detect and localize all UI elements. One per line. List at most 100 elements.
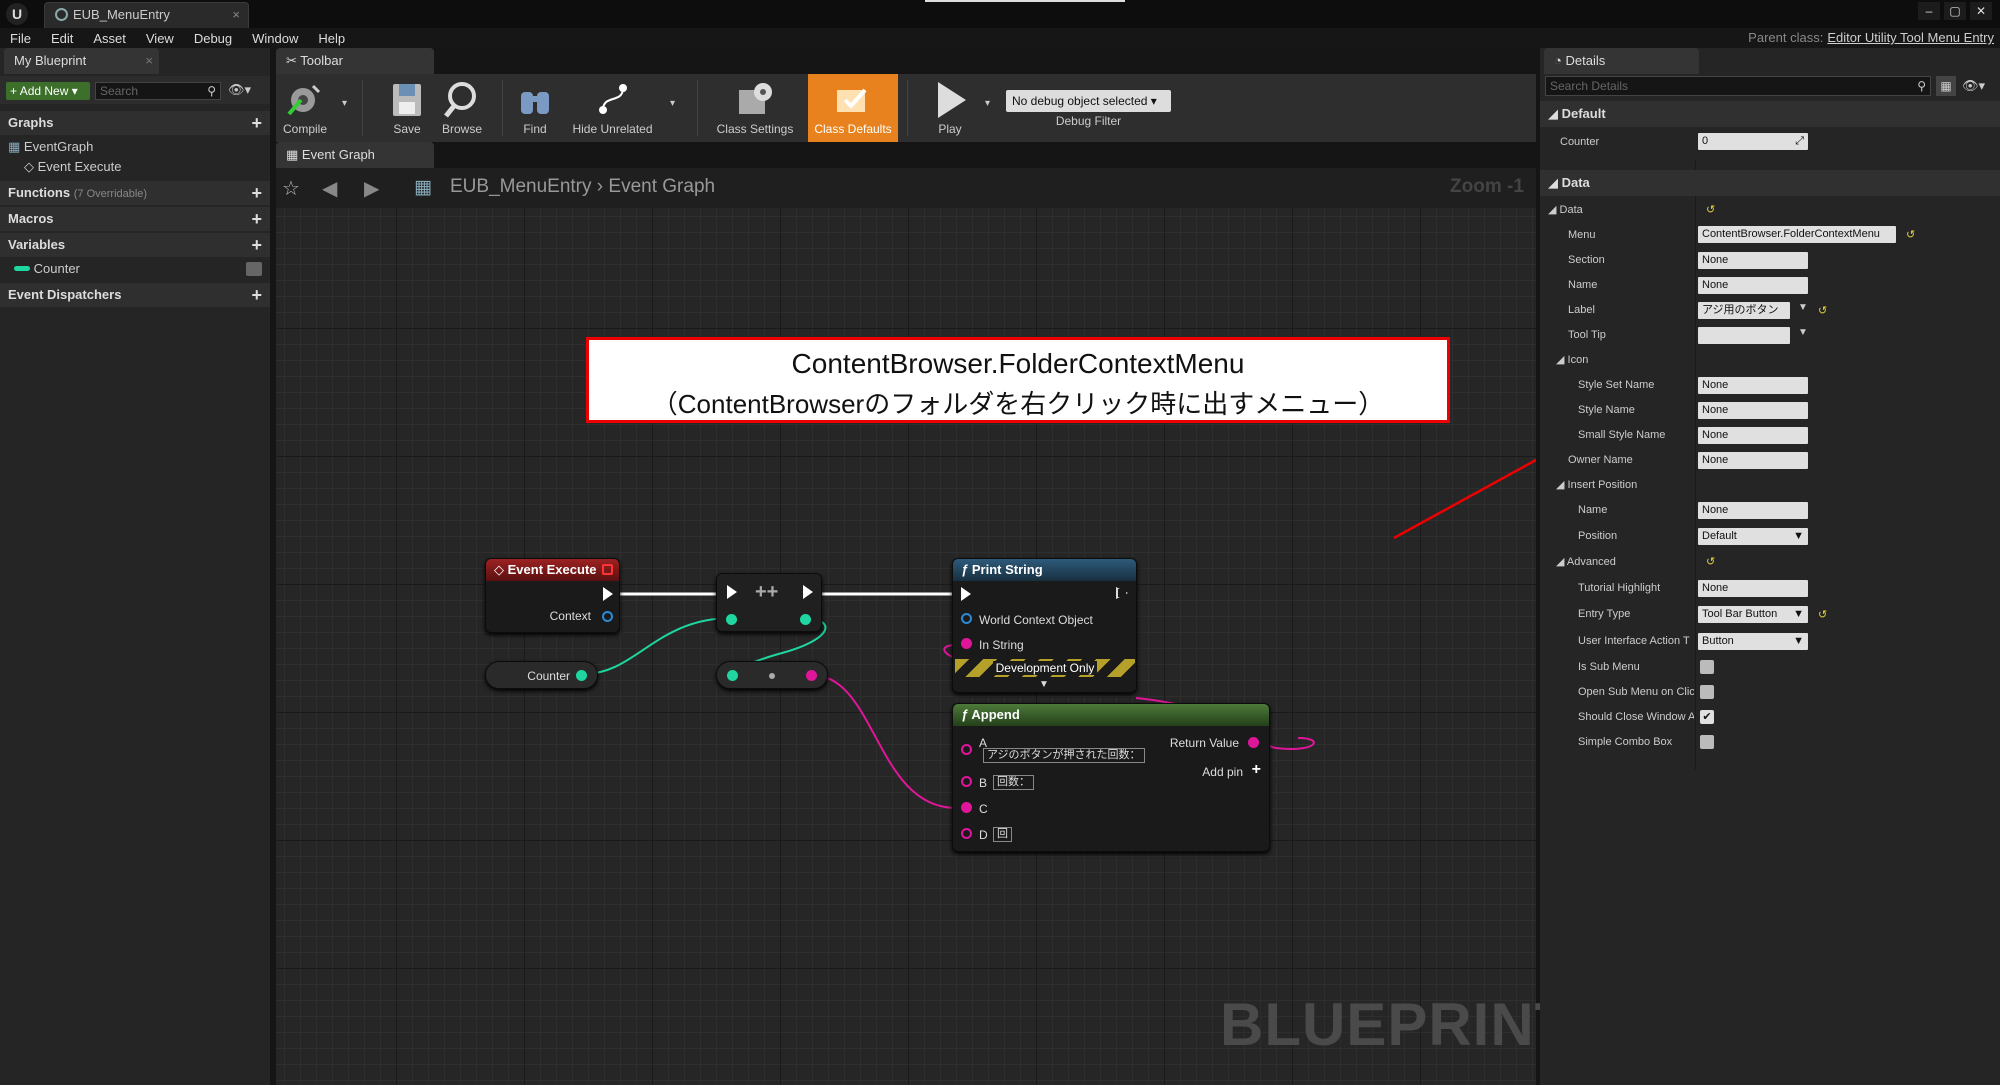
exec-out-pin[interactable]: [603, 587, 613, 601]
open-sub-menu-checkbox[interactable]: [1700, 685, 1714, 699]
document-tab[interactable]: EUB_MenuEntry ×: [44, 2, 249, 28]
small-style-input[interactable]: None: [1698, 427, 1808, 444]
label-options-chevron-icon[interactable]: ▼: [1798, 302, 1808, 313]
breadcrumb-root[interactable]: EUB_MenuEntry: [450, 176, 592, 197]
reset-default-icon[interactable]: ↺: [1818, 304, 1827, 317]
class-defaults-button[interactable]: Class Defaults: [808, 74, 898, 142]
graphs-section[interactable]: Graphs +: [0, 111, 270, 135]
class-settings-button[interactable]: Class Settings: [712, 74, 798, 142]
return-value-pin[interactable]: [1248, 737, 1259, 748]
append-c-pin[interactable]: [961, 802, 972, 813]
simple-combo-checkbox[interactable]: [1700, 735, 1714, 749]
name-prop-input[interactable]: None: [1698, 277, 1808, 294]
append-d-pin[interactable]: [961, 828, 972, 839]
ui-action-select[interactable]: Button ▼: [1698, 633, 1808, 650]
menu-window[interactable]: Window: [252, 31, 298, 46]
compile-button[interactable]: Compile: [270, 74, 340, 142]
play-button[interactable]: Play: [915, 74, 985, 142]
append-b-input[interactable]: 回数：: [993, 775, 1034, 790]
owner-name-input[interactable]: None: [1698, 452, 1808, 469]
expand-node-icon[interactable]: ▼: [1039, 679, 1049, 690]
append-b-pin[interactable]: [961, 776, 972, 787]
menu-view[interactable]: View: [146, 31, 174, 46]
property-matrix-icon[interactable]: ▦: [1936, 76, 1956, 96]
in-string-pin[interactable]: [961, 638, 972, 649]
append-a-input[interactable]: アジのボタンが押された回数：: [983, 748, 1145, 763]
play-options-chevron-icon[interactable]: ▾: [985, 98, 990, 109]
add-pin-icon[interactable]: +: [1252, 761, 1261, 779]
counter-getter-node[interactable]: Counter: [485, 661, 598, 689]
macros-section[interactable]: Macros +: [0, 207, 270, 231]
debug-object-select[interactable]: No debug object selected ▾: [1006, 90, 1171, 112]
exec-out-pin[interactable]: [803, 585, 813, 599]
view-options-icon[interactable]: 👁▾: [1962, 78, 1985, 94]
close-window-icon[interactable]: ✕: [1970, 2, 1992, 20]
insert-position-row[interactable]: ◢ Insert Position: [1556, 476, 1637, 494]
menu-edit[interactable]: Edit: [51, 31, 73, 46]
delegate-pin-icon[interactable]: [602, 564, 613, 575]
tutorial-highlight-input[interactable]: None: [1698, 580, 1808, 597]
event-item-execute[interactable]: ◇ Event Execute: [0, 157, 270, 177]
context-pin[interactable]: [602, 611, 613, 622]
reset-default-icon[interactable]: ↺: [1706, 555, 1715, 568]
position-select[interactable]: Default ▼: [1698, 528, 1808, 545]
reset-default-icon[interactable]: ↺: [1818, 608, 1827, 621]
label-prop-input[interactable]: アジ用のボタン: [1698, 302, 1790, 319]
exec-in-pin[interactable]: [961, 587, 971, 601]
parent-class-link[interactable]: Editor Utility Tool Menu Entry: [1827, 30, 1994, 45]
reset-default-icon[interactable]: ↺: [1906, 228, 1915, 241]
unreal-logo-icon[interactable]: U: [6, 3, 28, 25]
event-graph-tab[interactable]: ▦ Event Graph: [276, 142, 434, 168]
int-in-pin[interactable]: [726, 614, 737, 625]
exec-in-pin[interactable]: [727, 585, 737, 599]
menu-help[interactable]: Help: [318, 31, 345, 46]
data-struct-row[interactable]: ◢ Data: [1548, 201, 1583, 219]
counter-prop-input[interactable]: 0 ⤢: [1698, 133, 1808, 150]
hide-unrelated-button[interactable]: Hide Unrelated: [565, 74, 660, 142]
icon-struct-row[interactable]: ◢ Icon: [1556, 351, 1588, 369]
browse-button[interactable]: Browse: [427, 74, 497, 142]
my-blueprint-tab[interactable]: My Blueprint ×: [4, 48, 159, 74]
maximize-icon[interactable]: ▢: [1944, 2, 1966, 20]
print-string-node[interactable]: ƒ Print String World Context Object In S…: [952, 558, 1137, 693]
breadcrumb-leaf[interactable]: Event Graph: [608, 176, 715, 197]
add-macro-icon[interactable]: +: [251, 207, 262, 231]
add-variable-icon[interactable]: +: [251, 233, 262, 257]
is-sub-menu-checkbox[interactable]: [1700, 660, 1714, 674]
append-node[interactable]: ƒ Append A アジのボタンが押された回数： B 回数： C D 回 Re…: [952, 703, 1270, 852]
menu-asset[interactable]: Asset: [93, 31, 126, 46]
favorite-star-icon[interactable]: ☆: [282, 176, 300, 201]
add-dispatcher-icon[interactable]: +: [251, 283, 262, 307]
hide-options-chevron-icon[interactable]: ▾: [670, 98, 675, 109]
menu-debug[interactable]: Debug: [194, 31, 232, 46]
section-prop-input[interactable]: None: [1698, 252, 1808, 269]
variable-item-counter[interactable]: Counter: [0, 259, 270, 279]
category-data[interactable]: ◢ Data: [1540, 170, 2000, 196]
should-close-checkbox[interactable]: ✔: [1700, 710, 1714, 724]
insert-name-input[interactable]: None: [1698, 502, 1808, 519]
blueprint-search-input[interactable]: Search ⚲: [95, 82, 221, 100]
back-arrow-icon[interactable]: ◀: [322, 176, 337, 201]
tooltip-options-chevron-icon[interactable]: ▼: [1798, 327, 1808, 338]
view-options-icon[interactable]: 👁▾: [228, 82, 251, 98]
graph-item-eventgraph[interactable]: ▦ EventGraph: [0, 137, 270, 157]
counter-out-pin[interactable]: [576, 670, 587, 681]
event-execute-node[interactable]: ◇ Event Execute Context: [485, 558, 620, 633]
add-graph-icon[interactable]: +: [251, 111, 262, 135]
close-tab-icon[interactable]: ×: [232, 3, 240, 27]
variables-section[interactable]: Variables +: [0, 233, 270, 257]
style-set-input[interactable]: None: [1698, 377, 1808, 394]
reset-default-icon[interactable]: ↺: [1706, 203, 1715, 216]
menu-prop-input[interactable]: ContentBrowser.FolderContextMenu: [1698, 226, 1896, 243]
category-default[interactable]: ◢ Default: [1540, 101, 2000, 127]
conversion-out-pin[interactable]: [806, 670, 817, 681]
toolbar-tab[interactable]: ✂ Toolbar: [276, 48, 434, 74]
int-to-string-node[interactable]: [716, 661, 828, 689]
add-function-icon[interactable]: +: [251, 181, 262, 205]
find-button[interactable]: Find: [500, 74, 570, 142]
conversion-in-pin[interactable]: [727, 670, 738, 681]
append-d-input[interactable]: 回: [993, 827, 1012, 842]
details-search-input[interactable]: Search Details ⚲: [1545, 76, 1931, 96]
details-tab[interactable]: ◔ Details: [1544, 48, 1699, 74]
functions-section[interactable]: Functions (7 Overridable) +: [0, 181, 270, 205]
